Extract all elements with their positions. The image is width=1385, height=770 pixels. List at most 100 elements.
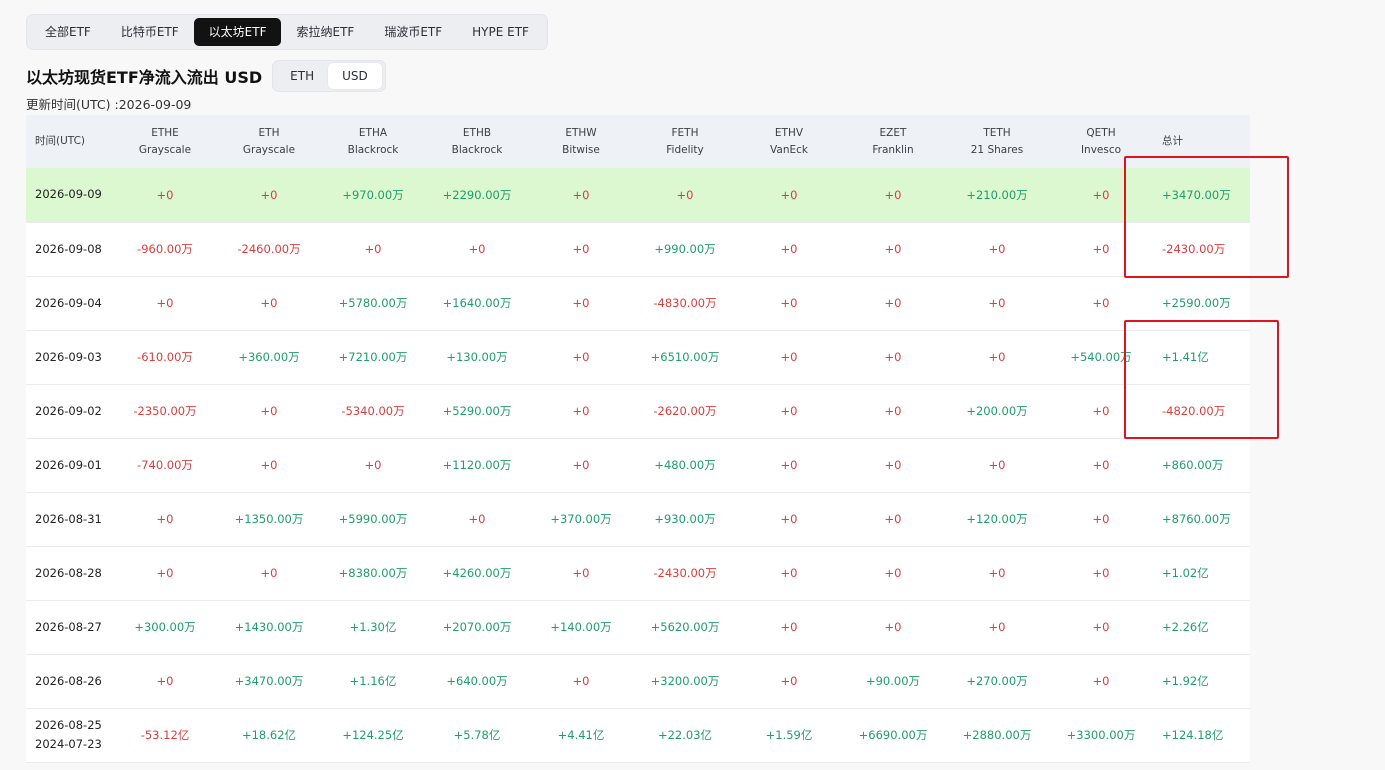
cell-ethv: +0 <box>780 296 798 310</box>
etf-flow-table: 时间(UTC) ETHE Grayscale ETH Grayscale ETHA Blac… <box>26 115 1250 763</box>
table-row: 2026-08-27 +300.00万 +1430.00万 +1.30亿 +2070.0… <box>26 600 1250 654</box>
header-issuer: VanEck <box>770 143 808 156</box>
cell-eth: +0 <box>260 296 278 310</box>
cell-ethb: +1640.00万 <box>442 296 512 310</box>
row-date-text: 2026-08-27 <box>35 619 102 634</box>
cell-teth: +0 <box>988 350 1006 364</box>
cell-ethw: +0 <box>572 566 590 580</box>
header-ethv: ETHV VanEck <box>737 115 841 168</box>
header-ticker: ETH <box>258 126 280 139</box>
cell-ezet: +6690.00万 <box>858 728 928 742</box>
cell-ethw: +0 <box>572 242 590 256</box>
cell-ethv: +1.59亿 <box>765 728 813 742</box>
cell-ethv: +0 <box>780 242 798 256</box>
cell-ethw: +0 <box>572 350 590 364</box>
cell-total: +1.92亿 <box>1162 674 1209 688</box>
cell-teth: +0 <box>988 242 1006 256</box>
cell-total: -2430.00万 <box>1162 242 1226 256</box>
tab-2[interactable]: 以太坊ETF <box>193 18 282 46</box>
cell-teth: +0 <box>988 566 1006 580</box>
table-row: 2026-09-02 -2350.00万 +0 -5340.00万 +5290.00万 +… <box>26 384 1250 438</box>
cell-eth: +18.62亿 <box>241 728 297 742</box>
cell-total: +1.02亿 <box>1162 566 1209 580</box>
unit-option-usd[interactable]: USD <box>328 63 382 89</box>
cell-ethb: +5.78亿 <box>453 728 501 742</box>
cell-ethb: +5290.00万 <box>442 404 512 418</box>
cell-ethb: +1120.00万 <box>442 458 512 472</box>
header-ticker: TETH <box>983 126 1011 139</box>
header-issuer: Franklin <box>872 143 914 156</box>
page-title: 以太坊现货ETF净流入流出 USD <box>26 68 263 87</box>
cell-etha: +0 <box>364 458 382 472</box>
cell-feth: +6510.00万 <box>650 350 720 364</box>
tab-5[interactable]: HYPE ETF <box>457 18 544 46</box>
row-date: 2026-08-26 <box>26 654 113 708</box>
cell-qeth: +540.00万 <box>1070 350 1132 364</box>
cell-ethw: +0 <box>572 404 590 418</box>
cell-ethe: +0 <box>156 674 174 688</box>
header-eth: ETH Grayscale <box>217 115 321 168</box>
header-date: 时间(UTC) <box>35 135 86 147</box>
header-issuer: 21 Shares <box>970 143 1024 156</box>
cell-eth: +0 <box>260 458 278 472</box>
header-feth: FETH Fidelity <box>633 115 737 168</box>
cell-etha: +124.25亿 <box>342 728 404 742</box>
cell-etha: +1.30亿 <box>349 620 397 634</box>
header-ethw: ETHW Bitwise <box>529 115 633 168</box>
cell-etha: +0 <box>364 242 382 256</box>
cell-qeth: +0 <box>1092 296 1110 310</box>
header-total: 总计 <box>1162 135 1183 147</box>
cell-teth: +2880.00万 <box>962 728 1032 742</box>
cell-ethb: +0 <box>468 242 486 256</box>
cell-ethv: +0 <box>780 187 798 202</box>
cell-ethw: +4.41亿 <box>557 728 605 742</box>
cell-ethw: +0 <box>572 458 590 472</box>
row-date-text: 2026-09-08 <box>35 241 102 256</box>
cell-total: +124.18亿 <box>1162 728 1224 742</box>
cell-ethe: -610.00万 <box>137 350 193 364</box>
row-date: 2026-09-01 <box>26 438 113 492</box>
tab-3[interactable]: 索拉纳ETF <box>281 18 369 46</box>
cell-ethe: -2350.00万 <box>133 404 197 418</box>
cell-total: +3470.00万 <box>1162 187 1231 202</box>
cell-eth: +0 <box>260 566 278 580</box>
cell-ethv: +0 <box>780 674 798 688</box>
cell-ethe: +0 <box>156 187 174 202</box>
cell-ethe: +0 <box>156 566 174 580</box>
header-qeth: QETH Invesco <box>1049 115 1153 168</box>
table-row: 2026-08-25 2024-07-23 -53.12亿 +18.62亿 +124.2… <box>26 708 1250 762</box>
cell-ezet: +0 <box>884 187 902 202</box>
cell-qeth: +0 <box>1092 242 1110 256</box>
row-date: 2026-09-02 <box>26 384 113 438</box>
unit-option-eth[interactable]: ETH <box>276 63 328 89</box>
cell-ezet: +90.00万 <box>865 674 921 688</box>
tab-1[interactable]: 比特币ETF <box>106 18 194 46</box>
cell-ezet: +0 <box>884 296 902 310</box>
cell-ethb: +130.00万 <box>446 350 508 364</box>
row-date-text: 2026-08-25 <box>35 718 102 732</box>
header-issuer: Grayscale <box>242 143 296 156</box>
cell-ethe: +0 <box>156 296 174 310</box>
cell-ethw: +0 <box>572 187 590 202</box>
header-issuer: Grayscale <box>138 143 192 156</box>
row-date-text: 2026-09-09 <box>35 187 102 202</box>
cell-feth: -2430.00万 <box>653 566 717 580</box>
row-date-text: 2026-09-02 <box>35 403 102 418</box>
tab-4[interactable]: 瑞波币ETF <box>369 18 457 46</box>
header-issuer: Invesco <box>1080 143 1122 156</box>
cell-feth: -4830.00万 <box>653 296 717 310</box>
cell-eth: +3470.00万 <box>234 674 304 688</box>
cell-total: +1.41亿 <box>1162 350 1209 364</box>
header-ticker: EZET <box>879 126 907 139</box>
header-issuer: Fidelity <box>666 143 704 156</box>
cell-teth: +270.00万 <box>966 674 1028 688</box>
cell-ethw: +0 <box>572 674 590 688</box>
header-issuer: Blackrock <box>347 143 399 156</box>
row-date: 2026-09-08 <box>26 222 113 276</box>
cell-teth: +0 <box>988 296 1006 310</box>
cell-teth: +120.00万 <box>966 512 1028 526</box>
row-date: 2026-09-09 <box>26 168 113 222</box>
cell-qeth: +3300.00万 <box>1066 728 1136 742</box>
row-date: 2026-08-25 2024-07-23 <box>26 708 113 762</box>
tab-0[interactable]: 全部ETF <box>30 18 106 46</box>
